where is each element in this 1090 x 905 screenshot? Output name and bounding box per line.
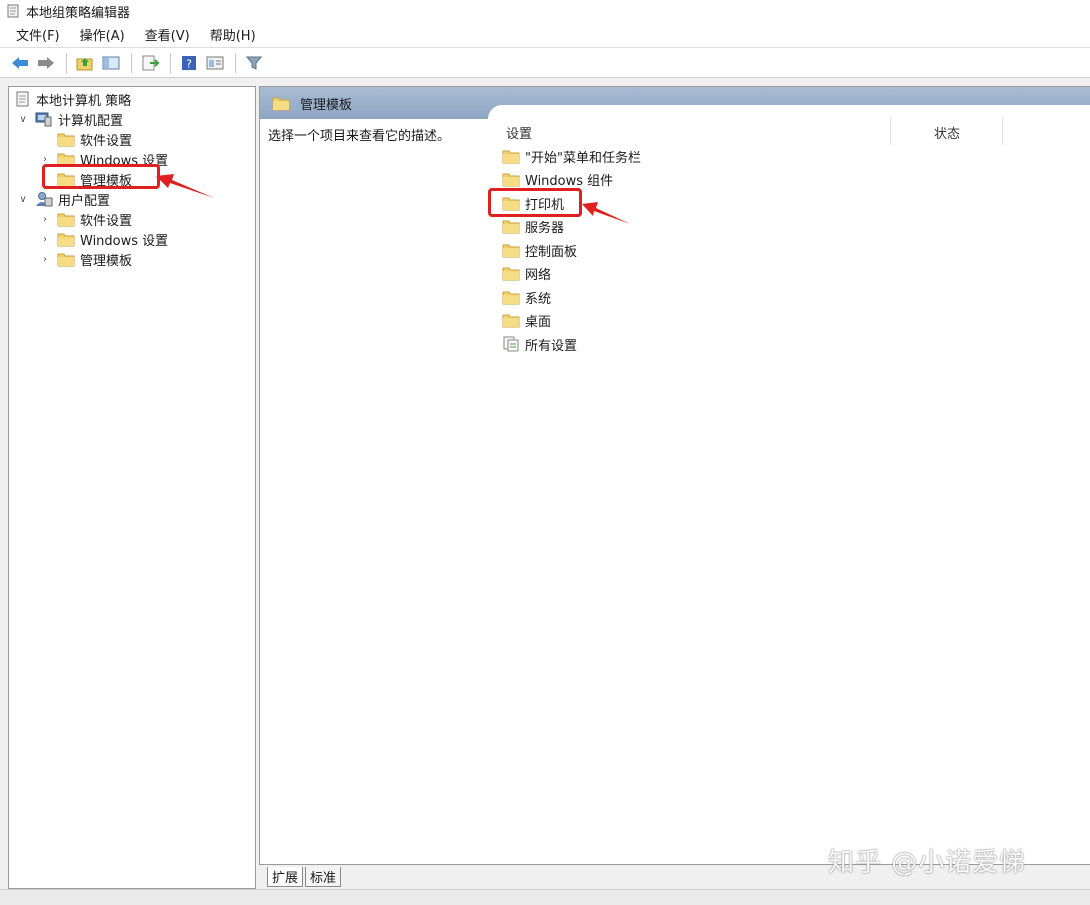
chevron-right-icon[interactable]: › [39,154,51,165]
tree-item-computer-config[interactable]: ∨ 计算机配置 [17,109,123,129]
window-title: 本地组策略编辑器 [26,5,131,21]
watermark: 知乎 @小诺爱悌 [828,848,1027,878]
toolbar-separator [66,52,67,73]
column-divider[interactable] [890,117,891,145]
list-item-label: 控制面板 [525,244,578,260]
list-item-network[interactable]: 网络 [502,262,551,284]
tree-label: 用户配置 [58,193,111,209]
show-hide-tree-button[interactable] [99,52,123,74]
highlight-box-printers [488,188,582,217]
tree-label: Windows 设置 [80,233,169,249]
list-item-label: 服务器 [525,220,565,236]
tree-label: 计算机配置 [58,113,124,129]
list-item-all-settings[interactable]: 所有设置 [502,333,577,355]
up-level-button[interactable] [73,52,97,74]
folder-icon [502,173,520,186]
header-curve [488,105,1090,125]
list-item-label: 网络 [525,267,552,283]
list-item-windows-components[interactable]: Windows 组件 [502,168,613,190]
tree-item-cc-software[interactable]: 软件设置 [57,129,132,149]
properties-button[interactable] [203,52,227,74]
folder-icon [57,233,75,246]
folder-icon [502,291,520,304]
export-list-button[interactable] [138,52,162,74]
folder-icon [502,314,520,327]
title-bar: 本地组策略编辑器 [0,0,1090,22]
app-icon [6,4,20,18]
menu-action[interactable]: 操作(A) [70,25,135,44]
svg-text:?: ? [186,57,192,70]
back-button[interactable] [8,52,32,74]
list-item-control-panel[interactable]: 控制面板 [502,239,577,261]
arrow-left-icon [12,56,28,69]
folder-icon [272,97,290,110]
tree-label: 软件设置 [80,213,133,229]
toolbar: ? [0,48,1090,78]
chevron-right-icon[interactable]: › [39,214,51,225]
filter-button[interactable] [242,52,266,74]
tree-item-local-policy[interactable]: 本地计算机 策略 [15,89,131,109]
tree-item-uc-windows[interactable]: › Windows 设置 [39,229,168,249]
chevron-right-icon[interactable]: › [39,254,51,265]
folder-icon [57,213,75,226]
details-pane: 管理模板 选择一个项目来查看它的描述。 设置 状态 "开始"菜单和任务栏 Win… [259,86,1090,864]
red-arrow-icon [156,174,214,198]
list-item-label: 系统 [525,291,552,307]
red-arrow-icon [582,202,630,224]
export-icon [142,55,159,70]
list-item-server[interactable]: 服务器 [502,215,564,237]
forward-button[interactable] [34,52,58,74]
list-item-label: "开始"菜单和任务栏 [525,150,641,166]
status-bar [0,889,1090,905]
filter-icon [246,56,262,70]
list-item-system[interactable]: 系统 [502,286,551,308]
help-button[interactable]: ? [177,52,201,74]
all-settings-icon [503,336,519,352]
list-item-label: 所有设置 [525,338,578,354]
folder-icon [502,244,520,257]
list-item-start-menu[interactable]: "开始"菜单和任务栏 [502,145,641,167]
console-tree: 本地计算机 策略 ∨ 计算机配置 软件设置 › Windows 设置 管理模板 … [8,86,256,889]
column-divider[interactable] [1002,117,1003,145]
description-text: 选择一个项目来查看它的描述。 [268,129,451,144]
console-tree-icon [102,56,120,69]
list-item-label: Windows 组件 [525,173,614,189]
menu-file[interactable]: 文件(F) [6,25,70,44]
tree-label: 本地计算机 策略 [36,93,132,109]
column-header-status[interactable]: 状态 [934,123,960,142]
folder-icon [502,220,520,233]
highlight-box-admin-templates [42,164,160,189]
tab-extended[interactable]: 扩展 [267,867,304,887]
help-icon: ? [182,55,196,70]
folder-icon [57,133,75,146]
folder-icon [502,150,520,163]
folder-up-icon [76,57,93,70]
menu-help[interactable]: 帮助(H) [200,25,266,44]
tree-item-uc-admin-templates[interactable]: › 管理模板 [39,249,132,269]
menu-bar: 文件(F) 操作(A) 查看(V) 帮助(H) [0,22,1090,48]
tree-label: 软件设置 [80,133,133,149]
tree-item-uc-software[interactable]: › 软件设置 [39,209,132,229]
toolbar-separator [170,52,171,73]
details-header-title: 管理模板 [300,97,353,113]
tree-item-user-config[interactable]: ∨ 用户配置 [17,189,110,209]
chevron-down-icon[interactable]: ∨ [17,114,29,125]
folder-icon [57,253,75,266]
toolbar-separator [131,52,132,73]
list-item-desktop[interactable]: 桌面 [502,309,551,331]
tree-label: 管理模板 [80,253,133,269]
arrow-right-icon [38,56,54,69]
column-header-setting[interactable]: 设置 [506,123,532,142]
policy-document-icon [16,91,29,107]
tab-standard[interactable]: 标准 [305,867,342,887]
menu-view[interactable]: 查看(V) [135,25,200,44]
properties-icon [206,56,224,69]
toolbar-separator [235,52,236,73]
folder-icon [502,267,520,280]
chevron-right-icon[interactable]: › [39,234,51,245]
list-item-label: 桌面 [525,314,552,330]
chevron-down-icon[interactable]: ∨ [17,194,29,205]
user-icon [36,192,53,207]
computer-icon [35,112,52,127]
